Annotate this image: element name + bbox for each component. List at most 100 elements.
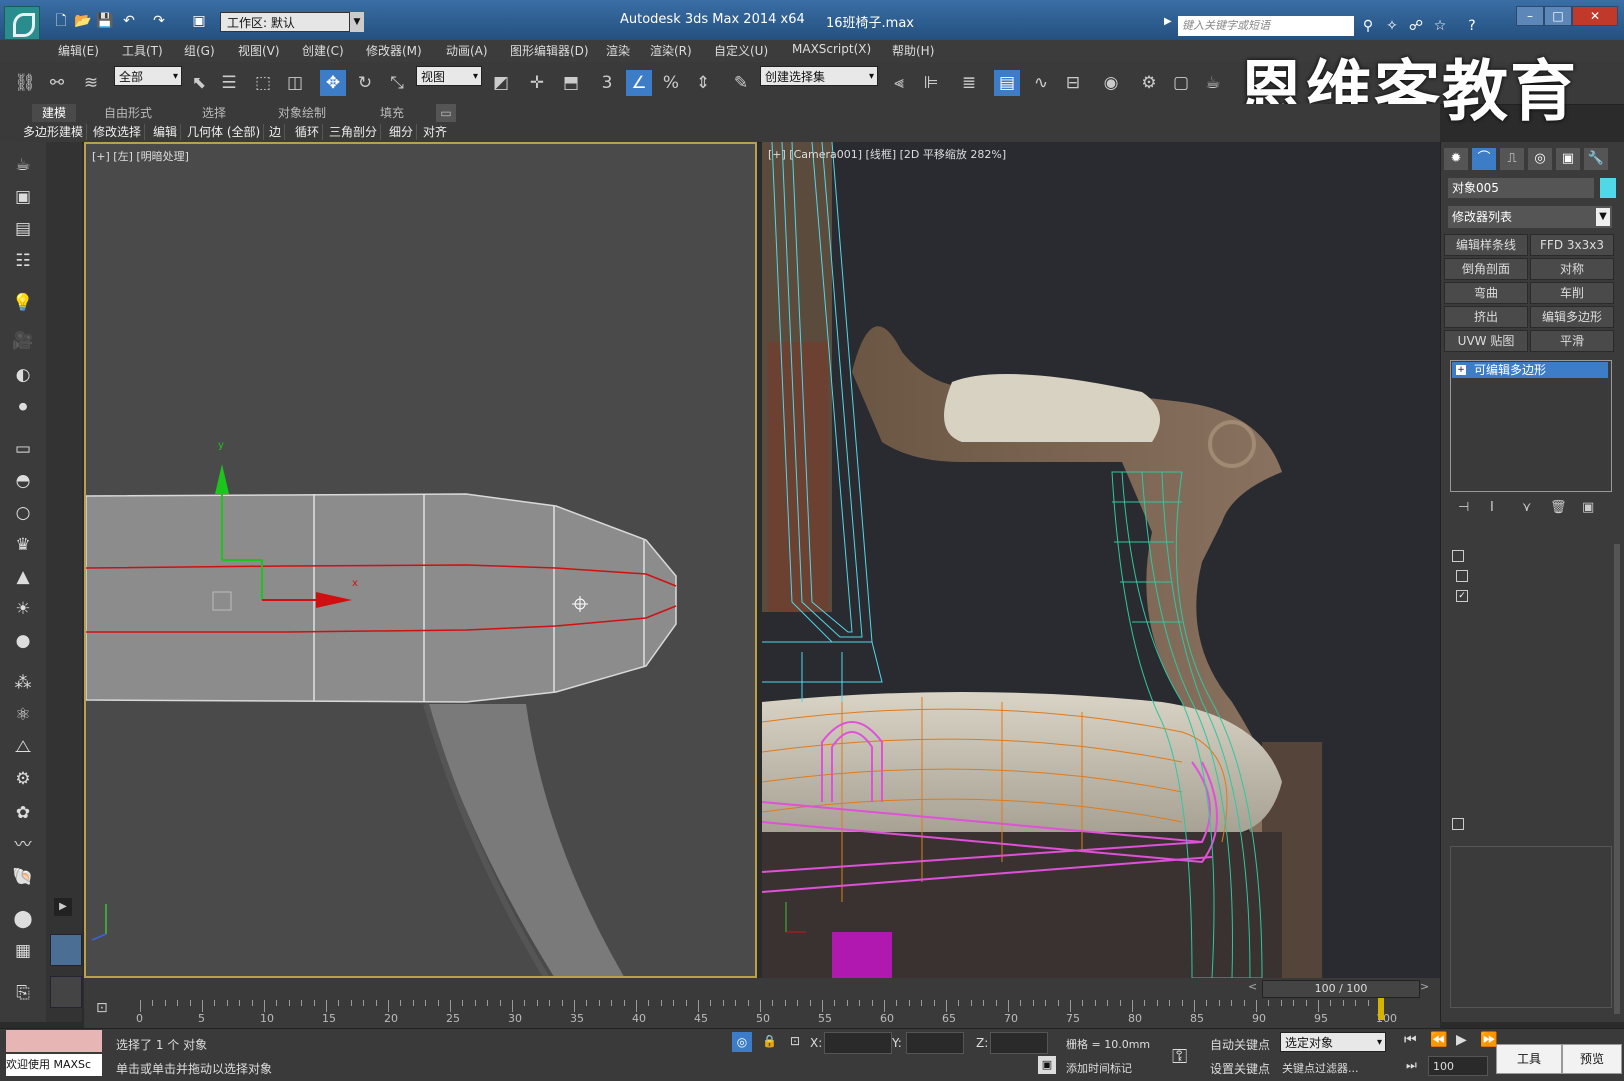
checkbox-2[interactable] (1456, 570, 1468, 582)
search-input[interactable]: 键入关键字或短语 (1178, 16, 1354, 36)
menu-animation[interactable]: 动画(A) (446, 42, 488, 59)
ribbon-tris[interactable]: 三角剖分 (326, 124, 382, 140)
time-slider[interactable]: 100 / 100 (1262, 980, 1420, 998)
mod-lathe-button[interactable]: 车削 (1530, 282, 1614, 304)
lock-selection-icon[interactable]: 🔒 (762, 1034, 777, 1048)
ribbon-edges[interactable]: 边 (266, 124, 286, 140)
layer-manager-icon[interactable]: ≣ (956, 70, 982, 96)
expand-plus-icon[interactable]: + (1456, 365, 1466, 375)
tools-button[interactable]: 工具 (1496, 1044, 1562, 1074)
auto-key-button[interactable]: 自动关键点 (1210, 1036, 1270, 1053)
export-icon[interactable]: ⎘ (8, 980, 38, 1006)
ribbon-tab-selection[interactable]: 选择 (202, 104, 226, 122)
key-filters-button[interactable]: 关键点过滤器... (1282, 1060, 1359, 1076)
menu-views[interactable]: 视图(V) (238, 42, 280, 59)
grid-icon[interactable]: ▦ (8, 938, 38, 964)
ribbon-polygon-modeling[interactable]: 多边形建模 (20, 124, 88, 140)
new-file-icon[interactable]: 🗋 (52, 12, 70, 30)
curve-editor-icon[interactable]: ∿ (1028, 70, 1054, 96)
menu-help[interactable]: 帮助(H) (892, 42, 934, 59)
schematic-view-icon[interactable]: ⊟ (1060, 70, 1086, 96)
pin-stack-icon[interactable]: ⊣ (1458, 500, 1469, 515)
prev-frame-arrow-icon[interactable]: < (1248, 980, 1257, 993)
gear-icon[interactable]: ⚙ (8, 766, 38, 792)
maximize-button[interactable]: □ (1544, 6, 1572, 26)
list-icon[interactable]: ☷ (8, 248, 38, 274)
mirror-icon[interactable]: ⫷ (886, 70, 912, 96)
render-icon[interactable]: ▣ (8, 184, 38, 210)
time-tag-icon[interactable]: ▣ (1038, 1056, 1056, 1074)
selection-filter-dropdown[interactable]: 全部 (114, 66, 182, 87)
render-setup-icon[interactable]: ⚙ (1136, 70, 1162, 96)
chevron-down-icon[interactable]: ▼ (1596, 208, 1610, 226)
layout-quad-icon[interactable] (50, 976, 82, 1008)
maxscript-mini-listener-top[interactable] (6, 1030, 102, 1052)
close-button[interactable]: ✕ (1572, 6, 1618, 26)
sun-icon[interactable]: ☀ (8, 596, 38, 622)
select-object-icon[interactable]: ⬉ (186, 70, 212, 96)
checkbox-4[interactable] (1452, 818, 1464, 830)
add-time-tag[interactable]: 添加时间标记 (1066, 1060, 1132, 1076)
redo-icon[interactable]: ↷ (150, 12, 168, 30)
reference-coordinate-dropdown[interactable]: 视图 (416, 66, 482, 87)
mod-edit-poly-button[interactable]: 编辑多边形 (1530, 306, 1614, 328)
modifier-list-dropdown[interactable]: 修改器列表 (1448, 206, 1612, 228)
plane-icon[interactable]: ▭ (8, 436, 38, 462)
percent-snap-icon[interactable]: % (658, 70, 684, 96)
ribbon-modify-selection[interactable]: 修改选择 (90, 124, 146, 140)
ribbon-tab-freeform[interactable]: 自由形式 (104, 104, 152, 122)
menu-edit[interactable]: 编辑(E) (58, 42, 99, 59)
bind-spacewarp-icon[interactable]: ≋ (78, 70, 104, 96)
motion-tab-icon[interactable]: ◎ (1528, 148, 1552, 170)
angle-snap-icon[interactable]: ∠ (626, 70, 652, 96)
select-scale-icon[interactable]: ⤡ (384, 70, 410, 96)
viewport-left[interactable]: [+] [左] [明暗处理] y x (84, 142, 757, 978)
menu-rendering[interactable]: 渲染(R) (650, 42, 692, 59)
utilities-tab-icon[interactable]: 🔧 (1584, 148, 1608, 170)
snap-toggle-icon[interactable]: 3 (594, 70, 620, 96)
undo-icon[interactable]: ↶ (120, 12, 138, 30)
ribbon-tab-modeling[interactable]: 建模 (32, 104, 77, 122)
minimize-button[interactable]: – (1516, 6, 1544, 26)
expand-arrow-icon[interactable]: ▶ (54, 898, 72, 916)
make-unique-icon[interactable]: ⋎ (1522, 500, 1532, 515)
ribbon-subdivision[interactable]: 细分 (386, 124, 418, 140)
pivot-center-icon[interactable]: ◩ (488, 70, 514, 96)
mod-edit-spline-button[interactable]: 编辑样条线 (1444, 234, 1528, 256)
ribbon-options-icon[interactable]: ▭ (436, 104, 456, 122)
menu-customize[interactable]: 自定义(U) (714, 42, 768, 59)
helper-icon[interactable]: ◐ (8, 362, 38, 388)
remove-modifier-icon[interactable]: 🗑 (1550, 500, 1567, 515)
configure-sets-icon[interactable]: ▣ (1582, 500, 1594, 515)
keyboard-shortcut-override-icon[interactable]: ⬒ (558, 70, 584, 96)
maxscript-mini-listener[interactable]: 欢迎使用 MAXSc (6, 1054, 102, 1076)
mod-bevel-profile-button[interactable]: 倒角剖面 (1444, 258, 1528, 280)
ribbon-align[interactable]: 对齐 (420, 124, 450, 140)
key-mode-toggle-icon[interactable]: ⏭ (1406, 1058, 1417, 1073)
create-tab-icon[interactable]: ✹ (1444, 148, 1468, 170)
unlink-icon[interactable]: ⚯ (44, 70, 70, 96)
preview-button[interactable]: 预览 (1562, 1044, 1622, 1074)
subscription-icon[interactable]: ✧ (1382, 16, 1402, 36)
checkbox-3-checked[interactable]: ✓ (1456, 590, 1468, 602)
shell-icon[interactable]: 🐚 (8, 864, 38, 890)
key-mode-dropdown[interactable]: 选定对象 (1280, 1032, 1386, 1053)
ribbon-edit[interactable]: 编辑 (150, 124, 182, 140)
x-coordinate-field[interactable] (824, 1032, 892, 1054)
particles-icon[interactable]: ⁂ (8, 670, 38, 696)
dome-icon[interactable]: ◓ (8, 468, 38, 494)
window-crossing-icon[interactable]: ◫ (282, 70, 308, 96)
current-frame-field[interactable]: 100 (1428, 1056, 1488, 1076)
search-expand-icon[interactable]: ▶ (1164, 16, 1172, 27)
go-to-start-icon[interactable]: ⏮ (1404, 1032, 1417, 1048)
app-logo-icon[interactable] (4, 6, 40, 40)
menu-group[interactable]: 组(G) (184, 42, 215, 59)
absolute-mode-icon[interactable]: ⊡ (790, 1034, 800, 1048)
display-tab-icon[interactable]: ▣ (1556, 148, 1580, 170)
menu-create[interactable]: 创建(C) (302, 42, 344, 59)
render-frame-icon[interactable]: ▢ (1168, 70, 1194, 96)
y-coordinate-field[interactable] (906, 1032, 964, 1054)
stack-item-editable-poly[interactable]: 可编辑多边形 (1452, 362, 1608, 378)
document-icon[interactable]: ▤ (8, 216, 38, 242)
edit-named-selection-icon[interactable]: ✎ (728, 70, 754, 96)
